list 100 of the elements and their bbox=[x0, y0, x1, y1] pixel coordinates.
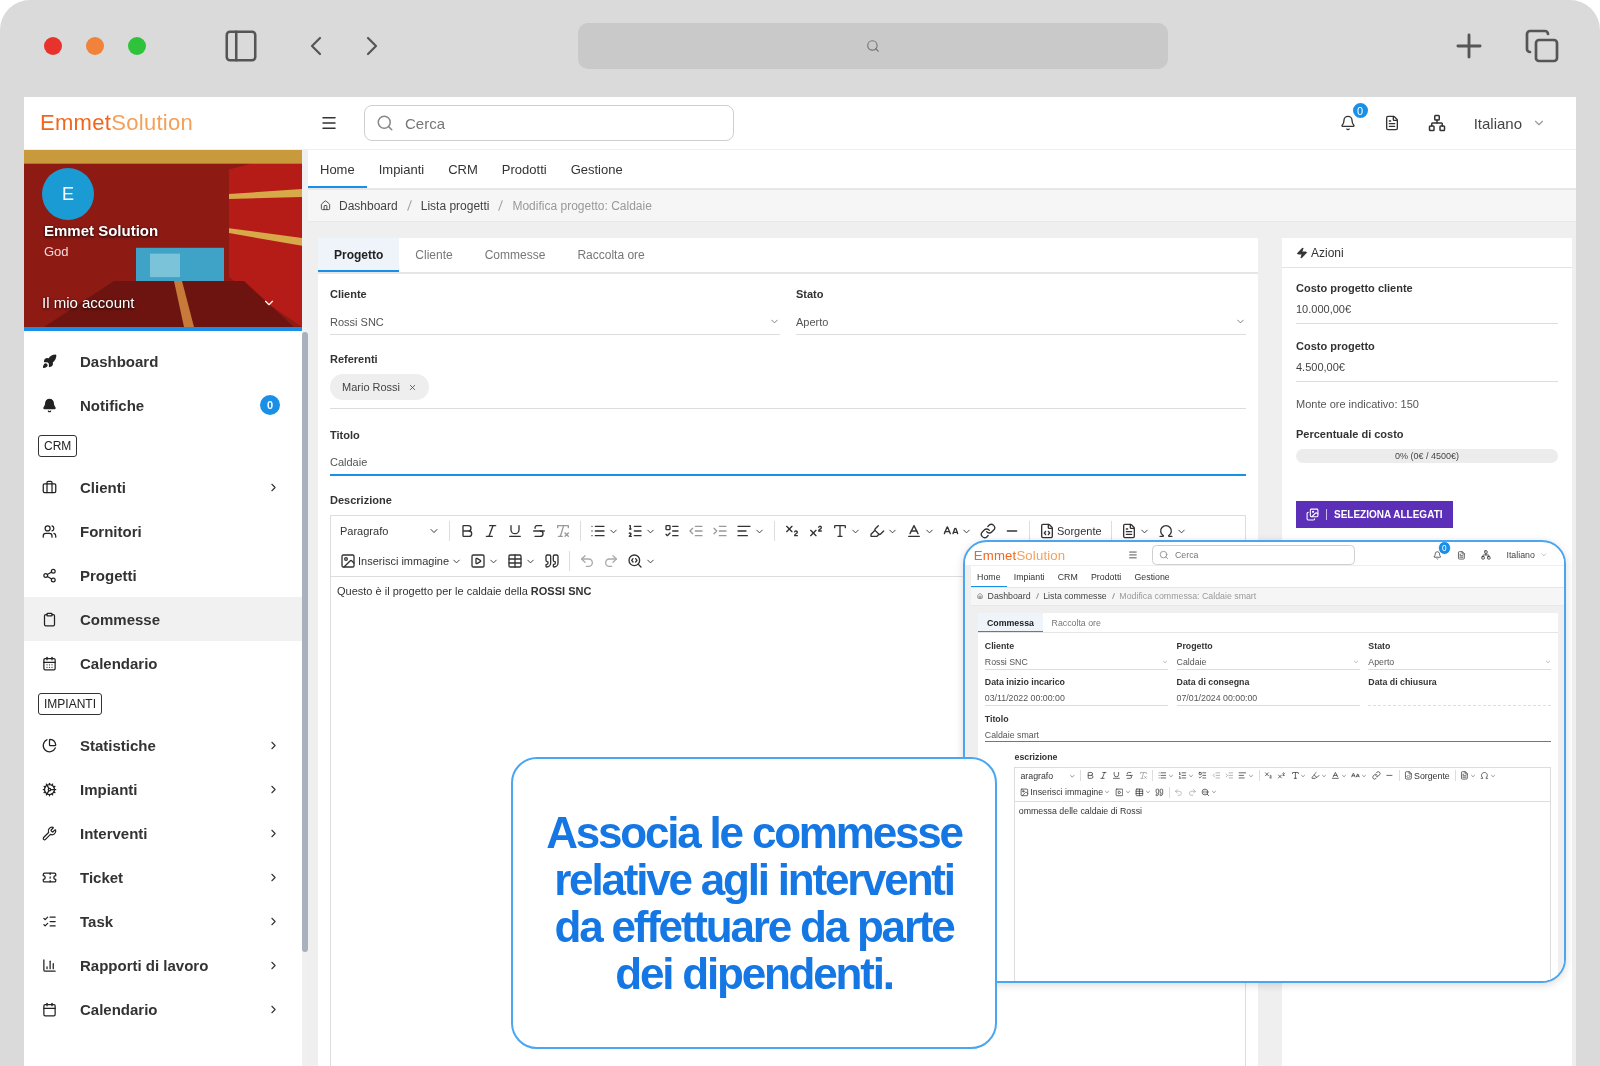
sidebar-label: Fornitori bbox=[80, 522, 143, 540]
document-icon[interactable] bbox=[1383, 115, 1400, 131]
menu-icon[interactable] bbox=[320, 114, 338, 132]
person-chip[interactable]: Mario Rossi bbox=[330, 374, 430, 400]
calendar-icon bbox=[42, 1001, 57, 1017]
paragraph-select[interactable]: aragrafo bbox=[1018, 769, 1078, 783]
sidebar-label: Notifiche bbox=[80, 396, 146, 414]
nav-tab[interactable]: Gestione bbox=[1127, 566, 1177, 588]
field-value: 10.000,00€ bbox=[1296, 303, 1353, 315]
sidebar-item[interactable]: Progetti bbox=[24, 553, 302, 597]
profile-name: Emmet Solution bbox=[44, 222, 159, 239]
sidebar-item[interactable]: Statistiche bbox=[24, 723, 302, 767]
field-label: Cliente bbox=[984, 640, 1016, 651]
select-field[interactable]: Aperto bbox=[1368, 655, 1552, 670]
field-label: Stato bbox=[796, 288, 825, 301]
sidebar-item[interactable]: Impianti bbox=[24, 767, 302, 811]
account-menu[interactable]: Il mio account bbox=[34, 290, 284, 315]
sidebar-label: Progetti bbox=[80, 566, 138, 584]
language-select[interactable]: Italiano bbox=[1473, 114, 1546, 132]
nav-tab[interactable]: Prodotti bbox=[489, 150, 559, 188]
section-heading: CRM bbox=[38, 435, 78, 457]
sidebar-label: Rapporti di lavoro bbox=[80, 956, 210, 974]
nodes-icon bbox=[42, 567, 57, 583]
title-input[interactable]: Caldaie bbox=[330, 450, 1246, 476]
title-input[interactable]: Caldaie smart bbox=[984, 728, 1552, 743]
field-label: Costo progetto bbox=[1296, 340, 1376, 353]
field-label: Progetto bbox=[1176, 640, 1214, 651]
sidebar-item[interactable]: Commesse bbox=[24, 597, 302, 641]
sitemap-icon[interactable] bbox=[1427, 114, 1446, 132]
ticket-icon bbox=[42, 869, 57, 885]
home-icon bbox=[320, 200, 331, 211]
form-tab[interactable]: Commessa bbox=[978, 613, 1043, 633]
sidebar-item[interactable]: Clienti bbox=[24, 465, 302, 509]
source-button[interactable]: Sorgente bbox=[1402, 769, 1452, 783]
nav-tab[interactable]: Gestione bbox=[558, 150, 635, 188]
bell-icon[interactable] bbox=[1339, 115, 1356, 131]
nav-tab[interactable]: Prodotti bbox=[1084, 566, 1128, 588]
sidebar-item[interactable]: Dashboard bbox=[24, 339, 302, 383]
search-field[interactable]: Cerca bbox=[364, 105, 734, 141]
sidebar-item[interactable]: Notifiche 0 bbox=[24, 383, 302, 427]
form-tab[interactable]: Progetto bbox=[318, 238, 400, 272]
sidebar-item[interactable]: Fornitori bbox=[24, 509, 302, 553]
gears-icon bbox=[42, 781, 57, 797]
select-field[interactable]: Rossi SNC bbox=[984, 655, 1168, 670]
tabs-icon[interactable] bbox=[1524, 27, 1560, 64]
insert-image-button[interactable]: Inserisci immagine bbox=[337, 550, 466, 572]
sidebar-item[interactable]: Rapporti di lavoro bbox=[24, 943, 302, 987]
nav-tab[interactable]: CRM bbox=[1051, 566, 1085, 588]
count-badge: 0 bbox=[260, 395, 280, 415]
panel-title: Azioni bbox=[1311, 245, 1344, 260]
sidebar-label: Impianti bbox=[80, 780, 139, 798]
nav-tab[interactable]: Home bbox=[970, 566, 1008, 588]
field-label: Percentuale di costo bbox=[1296, 428, 1405, 441]
users-icon bbox=[42, 523, 57, 539]
list-icon bbox=[42, 913, 57, 929]
sidebar-label: Ticket bbox=[80, 868, 125, 886]
field-label: escrizione bbox=[1014, 752, 1059, 763]
form-tab[interactable]: Raccolta ore bbox=[561, 238, 661, 272]
field-label: Data inizio incarico bbox=[984, 677, 1066, 688]
insert-image-button[interactable]: Inserisci immagine bbox=[1018, 785, 1112, 799]
attachments-button[interactable]: SELEZIONA ALLEGATI bbox=[1296, 501, 1453, 528]
nav-tab[interactable]: Impianti bbox=[1007, 566, 1052, 588]
sidebar-item[interactable]: Ticket bbox=[24, 855, 302, 899]
callout-text: Associa le commesse relative agli interventi da effettuare da parte dei dipendenti. bbox=[545, 808, 964, 998]
scrollbar-thumb[interactable] bbox=[302, 332, 308, 952]
breadcrumb-link[interactable]: Lista progetti bbox=[420, 198, 490, 213]
code-file-icon bbox=[1039, 523, 1055, 539]
date-field[interactable]: 07/01/2024 00:00:00 bbox=[1176, 691, 1360, 706]
sidebar-item[interactable]: Task bbox=[24, 899, 302, 943]
nav-tab[interactable]: Impianti bbox=[366, 150, 437, 188]
search-field[interactable]: Cerca bbox=[1152, 545, 1356, 566]
logo: EmmetSolution bbox=[40, 110, 195, 136]
sidebar-label: Clienti bbox=[80, 478, 127, 496]
sidebar-item[interactable]: Calendario bbox=[24, 641, 302, 685]
select-field[interactable]: Aperto bbox=[796, 309, 1246, 335]
notification-badge: 0 bbox=[1350, 101, 1370, 120]
select-field[interactable]: Rossi SNC bbox=[330, 309, 780, 335]
nav-tab[interactable]: Home bbox=[308, 150, 367, 188]
sidebar-item[interactable]: Calendario bbox=[24, 987, 302, 1031]
select-field[interactable]: Caldaie bbox=[1176, 655, 1360, 670]
form-tab[interactable]: Cliente bbox=[399, 238, 469, 272]
bolt-icon bbox=[1296, 246, 1308, 259]
sidebar-label: Interventi bbox=[80, 824, 149, 842]
description-text: ommessa delle caldaie di Rossi bbox=[1018, 805, 1142, 816]
close-window-button[interactable] bbox=[44, 36, 62, 55]
paragraph-select[interactable]: Paragrafo bbox=[337, 522, 443, 540]
breadcrumb-link[interactable]: Dashboard bbox=[987, 591, 1031, 602]
nav-tab[interactable]: CRM bbox=[436, 150, 490, 188]
profile-role: God bbox=[44, 244, 69, 259]
breadcrumb-link[interactable]: Lista commesse bbox=[1043, 591, 1107, 602]
sidebar-item[interactable]: Interventi bbox=[24, 811, 302, 855]
date-field[interactable]: 03/11/2022 00:00:00 bbox=[984, 691, 1168, 706]
language-select[interactable]: Italiano bbox=[1506, 550, 1548, 561]
field-label: Referenti bbox=[330, 353, 379, 366]
source-button[interactable]: Sorgente bbox=[1036, 520, 1105, 542]
remove-icon[interactable] bbox=[408, 382, 418, 392]
form-tab[interactable]: Commesse bbox=[468, 238, 562, 272]
breadcrumb-link[interactable]: Dashboard bbox=[339, 198, 398, 213]
field-value: 4.500,00€ bbox=[1296, 361, 1346, 373]
form-tab[interactable]: Raccolta ore bbox=[1042, 613, 1110, 633]
